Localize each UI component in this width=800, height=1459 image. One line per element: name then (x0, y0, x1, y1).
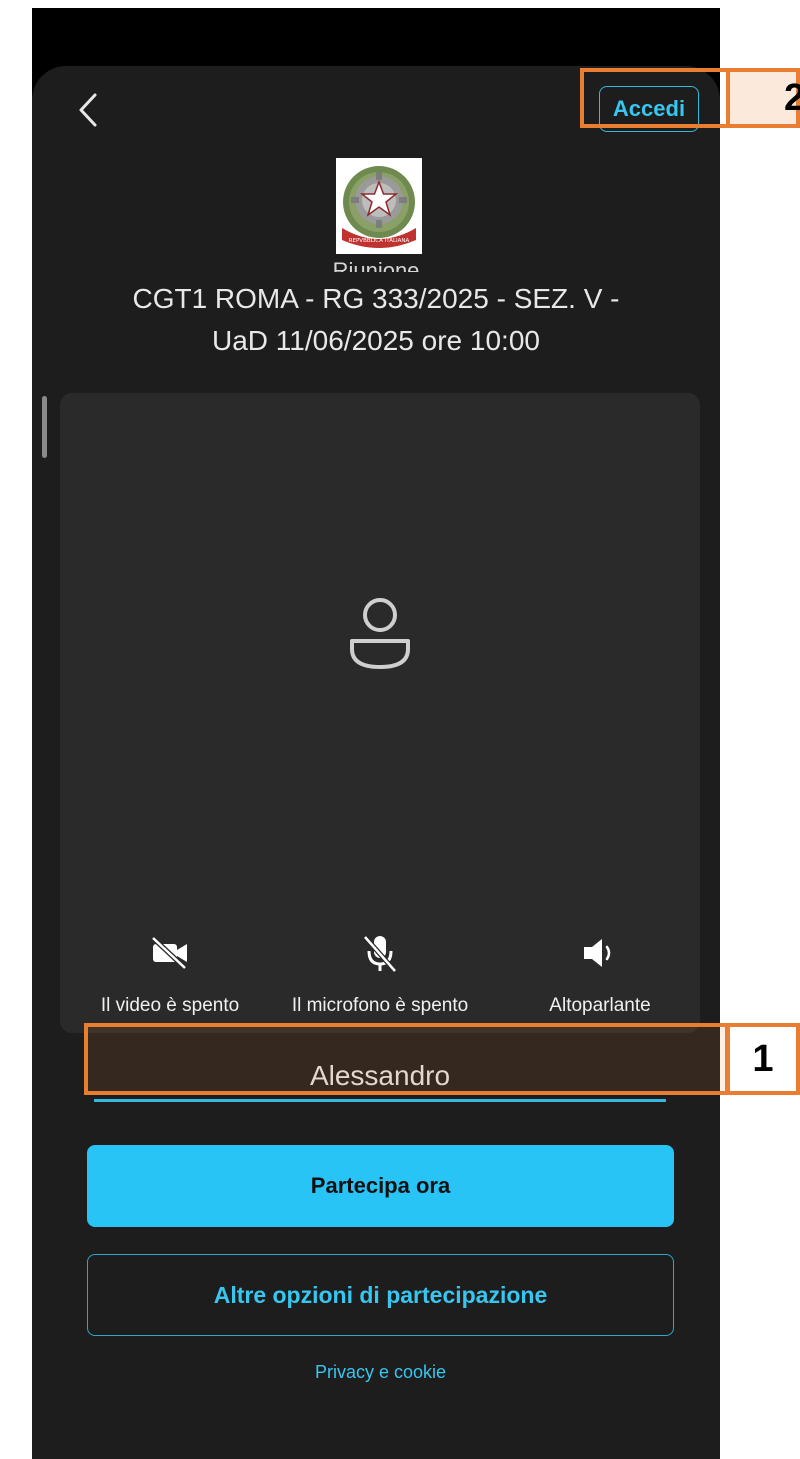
scroll-indicator[interactable] (42, 396, 47, 458)
video-off-icon (151, 936, 187, 970)
microphone-toggle-label: Il microfono è spento (291, 995, 469, 1016)
organizer-label: Riunione (332, 258, 420, 272)
callout-label-1: 1 (726, 1023, 800, 1095)
microphone-toggle[interactable]: Il microfono è spento (270, 933, 490, 1017)
speaker-toggle[interactable]: Altoparlante (500, 933, 700, 1017)
other-join-options-button[interactable]: Altre opzioni di partecipazione (87, 1254, 674, 1336)
input-underline (94, 1099, 666, 1102)
person-outline-icon (350, 598, 410, 669)
repubblica-italiana-emblem: REPVBBLICA ITALIANA (336, 158, 422, 254)
speaker-toggle-label: Altoparlante (549, 995, 651, 1016)
back-button[interactable] (70, 92, 106, 128)
phone-screen: Accedi REPVBBLICA ITALIANA Riunione CGT1… (32, 8, 720, 1459)
video-preview: Il video è spento Il microfono è spento (60, 393, 700, 1033)
callout-box-2 (580, 68, 730, 128)
video-toggle-label: Il video è spento (100, 995, 240, 1016)
join-now-button[interactable]: Partecipa ora (87, 1145, 674, 1227)
callout-box-1 (84, 1023, 729, 1095)
chevron-left-icon (79, 93, 97, 127)
video-toggle[interactable]: Il video è spento (60, 933, 280, 1017)
meeting-title: CGT1 ROMA - RG 333/2025 - SEZ. V - UaD 1… (132, 283, 620, 356)
emblem-text: REPVBBLICA ITALIANA (349, 238, 410, 244)
callout-label-2: 2 (726, 68, 800, 128)
speaker-icon (584, 939, 611, 967)
mic-off-icon (363, 935, 397, 973)
privacy-cookie-link[interactable]: Privacy e cookie (232, 1362, 529, 1383)
